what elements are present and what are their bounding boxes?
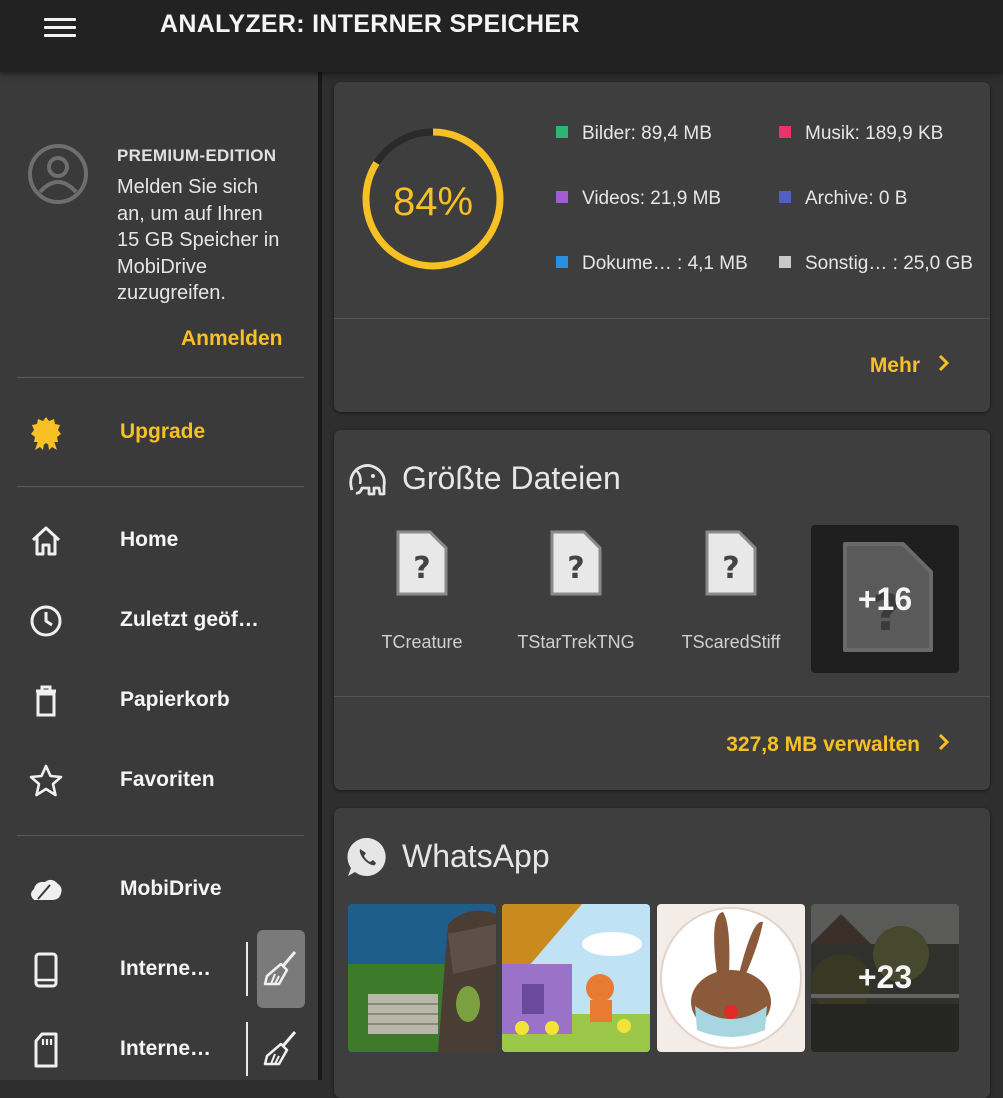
sidebar-item-label: Interne… bbox=[120, 1037, 212, 1060]
home-icon bbox=[31, 526, 61, 556]
sidebar-item-recent[interactable]: Zuletzt geöf… bbox=[0, 589, 318, 653]
storage-summary-card: 84% Bilder: 89,4 MB Musik: 189,9 KB Vide… bbox=[334, 82, 990, 412]
vertical-separator bbox=[246, 1022, 248, 1076]
legend-item-other: Sonstig… : 25,0 GB bbox=[779, 253, 973, 275]
premium-edition-title: PREMIUM-EDITION bbox=[117, 146, 277, 165]
sidebar-item-upgrade[interactable]: Upgrade bbox=[0, 401, 318, 465]
sidebar-item-label: Favoriten bbox=[120, 768, 215, 791]
sidebar-item-label: Papierkorb bbox=[120, 688, 230, 711]
star-icon bbox=[29, 764, 63, 797]
largest-files-card: Größte Dateien ? TCreature ? TStarTrekTN… bbox=[334, 430, 990, 790]
game-scene-image bbox=[348, 904, 496, 1052]
sidebar-item-home[interactable]: Home bbox=[0, 509, 318, 573]
file-tile[interactable]: ? TScaredStiff bbox=[656, 525, 806, 675]
chevron-right-icon bbox=[938, 733, 950, 751]
app-bar: ANALYZER: INTERNER SPEICHER bbox=[0, 0, 1003, 72]
unknown-file-icon: ? bbox=[705, 530, 757, 596]
more-files-count: +16 bbox=[857, 581, 913, 617]
page-title: ANALYZER: INTERNER SPEICHER bbox=[160, 10, 580, 38]
legend-item-documents: Dokume… : 4,1 MB bbox=[556, 253, 748, 275]
legend-swatch bbox=[556, 256, 568, 268]
card-divider bbox=[334, 318, 990, 319]
whatsapp-card: WhatsApp +23 bbox=[334, 808, 990, 1098]
file-tile[interactable]: ? TCreature bbox=[347, 525, 497, 675]
clock-icon bbox=[30, 605, 62, 637]
whatsapp-title: WhatsApp bbox=[402, 838, 550, 874]
drawer-edge bbox=[318, 72, 322, 1080]
sidebar-item-mobidrive[interactable]: MobiDrive bbox=[0, 858, 318, 922]
hamburger-menu-icon[interactable] bbox=[40, 14, 80, 42]
sidebar-item-trash[interactable]: Papierkorb bbox=[0, 669, 318, 733]
vertical-separator bbox=[246, 942, 248, 996]
largest-files-title: Größte Dateien bbox=[402, 460, 621, 496]
broom-icon bbox=[263, 1031, 297, 1066]
svg-text:?: ? bbox=[722, 551, 739, 586]
svg-text:?: ? bbox=[567, 551, 584, 586]
legend-swatch bbox=[779, 126, 791, 138]
whatsapp-thumbnail[interactable] bbox=[502, 904, 650, 1052]
premium-description: Melden Sie sich an, um auf Ihren 15 GB S… bbox=[117, 176, 280, 304]
legend-swatch bbox=[556, 126, 568, 138]
more-button[interactable]: Mehr bbox=[870, 354, 950, 378]
cartoon-image bbox=[502, 904, 650, 1052]
clean-internal-storage-button[interactable] bbox=[257, 930, 305, 1008]
whatsapp-thumbnail[interactable] bbox=[657, 904, 805, 1052]
sidebar-item-label: Zuletzt geöf… bbox=[120, 608, 259, 631]
more-media-count: +23 bbox=[857, 959, 913, 995]
sidebar-divider bbox=[17, 486, 304, 487]
sidebar-item-favorites[interactable]: Favoriten bbox=[0, 749, 318, 813]
legend-item-music: Musik: 189,9 KB bbox=[779, 123, 943, 145]
manage-files-button[interactable]: 327,8 MB verwalten bbox=[726, 733, 950, 757]
whatsapp-icon bbox=[347, 837, 386, 876]
account-avatar-icon bbox=[28, 144, 88, 204]
sidebar-item-label: Interne… bbox=[120, 957, 212, 980]
sd-card-icon bbox=[34, 1032, 58, 1068]
unknown-file-icon: ? bbox=[396, 530, 448, 596]
elephant-icon bbox=[349, 464, 386, 496]
cloud-icon bbox=[31, 879, 62, 900]
signin-button[interactable]: Anmelden bbox=[181, 327, 283, 351]
whatsapp-thumbnail[interactable] bbox=[348, 904, 496, 1052]
legend-swatch bbox=[779, 256, 791, 268]
sidebar-divider bbox=[17, 377, 304, 378]
bunny-mask-image bbox=[657, 904, 805, 1052]
legend-swatch bbox=[779, 191, 791, 203]
svg-text:?: ? bbox=[413, 551, 430, 586]
sidebar-divider bbox=[17, 835, 304, 836]
badge-icon bbox=[31, 417, 61, 450]
legend-item-archives: Archive: 0 B bbox=[779, 188, 907, 210]
file-tile[interactable]: ? TStarTrekTNG bbox=[501, 525, 651, 675]
clean-sd-storage-button[interactable] bbox=[257, 1010, 305, 1088]
legend-item-videos: Videos: 21,9 MB bbox=[556, 188, 721, 210]
trash-icon bbox=[36, 685, 56, 717]
more-files-tile[interactable]: ? +16 bbox=[811, 525, 959, 673]
file-name: TCreature bbox=[381, 632, 463, 652]
chevron-right-icon bbox=[938, 354, 950, 372]
unknown-file-icon: ? bbox=[550, 530, 602, 596]
storage-percent: 84% bbox=[392, 180, 474, 224]
phone-icon bbox=[34, 952, 58, 988]
card-divider bbox=[334, 696, 990, 697]
legend-swatch bbox=[556, 191, 568, 203]
sidebar-item-label: Upgrade bbox=[120, 420, 206, 443]
file-name: TScaredStiff bbox=[681, 632, 781, 652]
broom-icon bbox=[263, 951, 297, 986]
whatsapp-thumbnail-more[interactable]: +23 bbox=[811, 904, 959, 1052]
legend-item-pictures: Bilder: 89,4 MB bbox=[556, 123, 712, 145]
file-name: TStarTrekTNG bbox=[517, 632, 635, 652]
sidebar-item-label: MobiDrive bbox=[120, 877, 222, 900]
sidebar-item-label: Home bbox=[120, 528, 179, 551]
